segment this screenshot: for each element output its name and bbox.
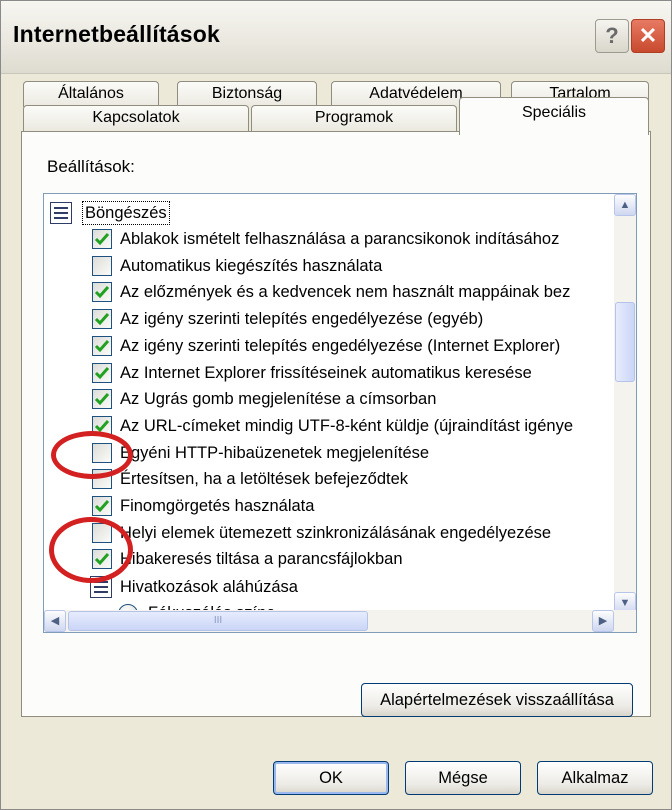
category-row[interactable]: Böngészés bbox=[48, 200, 608, 226]
setting-checkbox[interactable] bbox=[92, 362, 112, 383]
tab-general[interactable]: Általános bbox=[23, 81, 159, 107]
check-icon bbox=[94, 339, 110, 352]
check-icon bbox=[94, 393, 110, 406]
setting-row[interactable]: Automatikus kiegészítés használata bbox=[48, 253, 608, 279]
subcategory-row[interactable]: Hivatkozások aláhúzása bbox=[48, 574, 608, 600]
apply-button[interactable]: Alkalmaz bbox=[537, 761, 653, 795]
tab-advanced[interactable]: Speciális bbox=[459, 97, 649, 135]
setting-checkbox[interactable] bbox=[92, 335, 112, 356]
scroll-right-button[interactable]: ▶ bbox=[592, 610, 614, 632]
vertical-scrollbar[interactable]: ▲ ▼ bbox=[614, 194, 636, 614]
setting-row[interactable]: Helyi elemek ütemezett szinkronizálásána… bbox=[48, 520, 608, 546]
help-button[interactable]: ? bbox=[595, 19, 629, 53]
setting-checkbox[interactable] bbox=[92, 229, 112, 249]
tab-programs[interactable]: Programok bbox=[251, 105, 457, 131]
check-icon bbox=[94, 500, 110, 513]
setting-label: Az URL-címeket mindig UTF-8-ként küldje … bbox=[120, 416, 574, 435]
setting-label: Helyi elemek ütemezett szinkronizálásána… bbox=[120, 523, 552, 542]
close-button[interactable]: ✕ bbox=[631, 19, 665, 53]
setting-label: Egyéni HTTP-hibaüzenetek megjelenítése bbox=[120, 443, 430, 462]
check-icon bbox=[94, 286, 110, 299]
horizontal-scroll-thumb[interactable]: III bbox=[68, 611, 368, 631]
setting-row[interactable]: Ablakok ismételt felhasználása a parancs… bbox=[48, 226, 608, 252]
setting-row[interactable]: Az igény szerinti telepítés engedélyezés… bbox=[48, 333, 608, 359]
setting-checkbox[interactable] bbox=[92, 282, 112, 303]
setting-row[interactable]: Finomgörgetés használata bbox=[48, 493, 608, 519]
setting-row[interactable]: Az URL-címeket mindig UTF-8-ként küldje … bbox=[48, 413, 608, 439]
setting-label: Az igény szerinti telepítés engedélyezés… bbox=[120, 336, 561, 355]
setting-row[interactable]: Az Internet Explorer frissítéseinek auto… bbox=[48, 360, 608, 386]
tab-connections[interactable]: Kapcsolatok bbox=[23, 105, 249, 131]
setting-checkbox[interactable] bbox=[92, 309, 112, 330]
subcategory-label: Hivatkozások aláhúzása bbox=[120, 578, 298, 596]
setting-row[interactable]: Az Ugrás gomb megjelenítése a címsorban bbox=[48, 386, 608, 412]
setting-label: Értesítsen, ha a letöltések befejeződtek bbox=[120, 470, 409, 489]
setting-label: Hibakeresés tiltása a parancsfájlokban bbox=[120, 550, 403, 569]
setting-row[interactable]: Az igény szerinti telepítés engedélyezés… bbox=[48, 306, 608, 332]
setting-label: Ablakok ismételt felhasználása a parancs… bbox=[120, 230, 560, 248]
tab-security[interactable]: Biztonság bbox=[177, 81, 317, 107]
setting-label: Az igény szerinti telepítés engedélyezés… bbox=[120, 310, 484, 329]
category-label: Böngészés bbox=[82, 201, 170, 225]
settings-label: Beállítások: bbox=[47, 157, 135, 176]
scroll-up-button[interactable]: ▲ bbox=[614, 194, 636, 216]
vertical-scroll-thumb[interactable] bbox=[615, 302, 635, 382]
check-icon bbox=[94, 233, 110, 246]
internet-options-dialog: Internetbeállítások ? ✕ Általános Bizton… bbox=[0, 0, 672, 810]
settings-tree[interactable]: Böngészés Ablakok ismételt felhasználása… bbox=[43, 193, 637, 633]
cancel-button[interactable]: Mégse bbox=[405, 761, 521, 795]
annotation-circle bbox=[49, 517, 133, 583]
setting-label: Az Internet Explorer frissítéseinek auto… bbox=[120, 363, 532, 382]
setting-label: Automatikus kiegészítés használata bbox=[120, 256, 383, 275]
restore-defaults-button[interactable]: Alapértelmezések visszaállítása bbox=[361, 683, 633, 717]
check-icon bbox=[94, 313, 110, 326]
setting-label: Finomgörgetés használata bbox=[120, 497, 315, 515]
setting-row[interactable]: Értesítsen, ha a letöltések befejeződtek bbox=[48, 466, 608, 492]
setting-checkbox[interactable] bbox=[92, 496, 112, 516]
ok-button[interactable]: OK bbox=[273, 761, 389, 795]
category-icon bbox=[50, 202, 72, 224]
title-bar[interactable]: Internetbeállítások ? ✕ bbox=[1, 1, 671, 74]
setting-label: Az Ugrás gomb megjelenítése a címsorban bbox=[120, 390, 437, 409]
setting-checkbox[interactable] bbox=[92, 255, 112, 276]
horizontal-scrollbar[interactable]: ◀ III ▶ bbox=[44, 610, 636, 632]
annotation-circle bbox=[51, 431, 133, 479]
setting-label: Az előzmények és a kedvencek nem használ… bbox=[120, 283, 571, 302]
scroll-left-button[interactable]: ◀ bbox=[44, 610, 66, 632]
check-icon bbox=[94, 366, 110, 379]
window-title: Internetbeállítások bbox=[13, 21, 221, 47]
setting-checkbox[interactable] bbox=[92, 389, 112, 410]
setting-row[interactable]: Az előzmények és a kedvencek nem használ… bbox=[48, 279, 608, 305]
